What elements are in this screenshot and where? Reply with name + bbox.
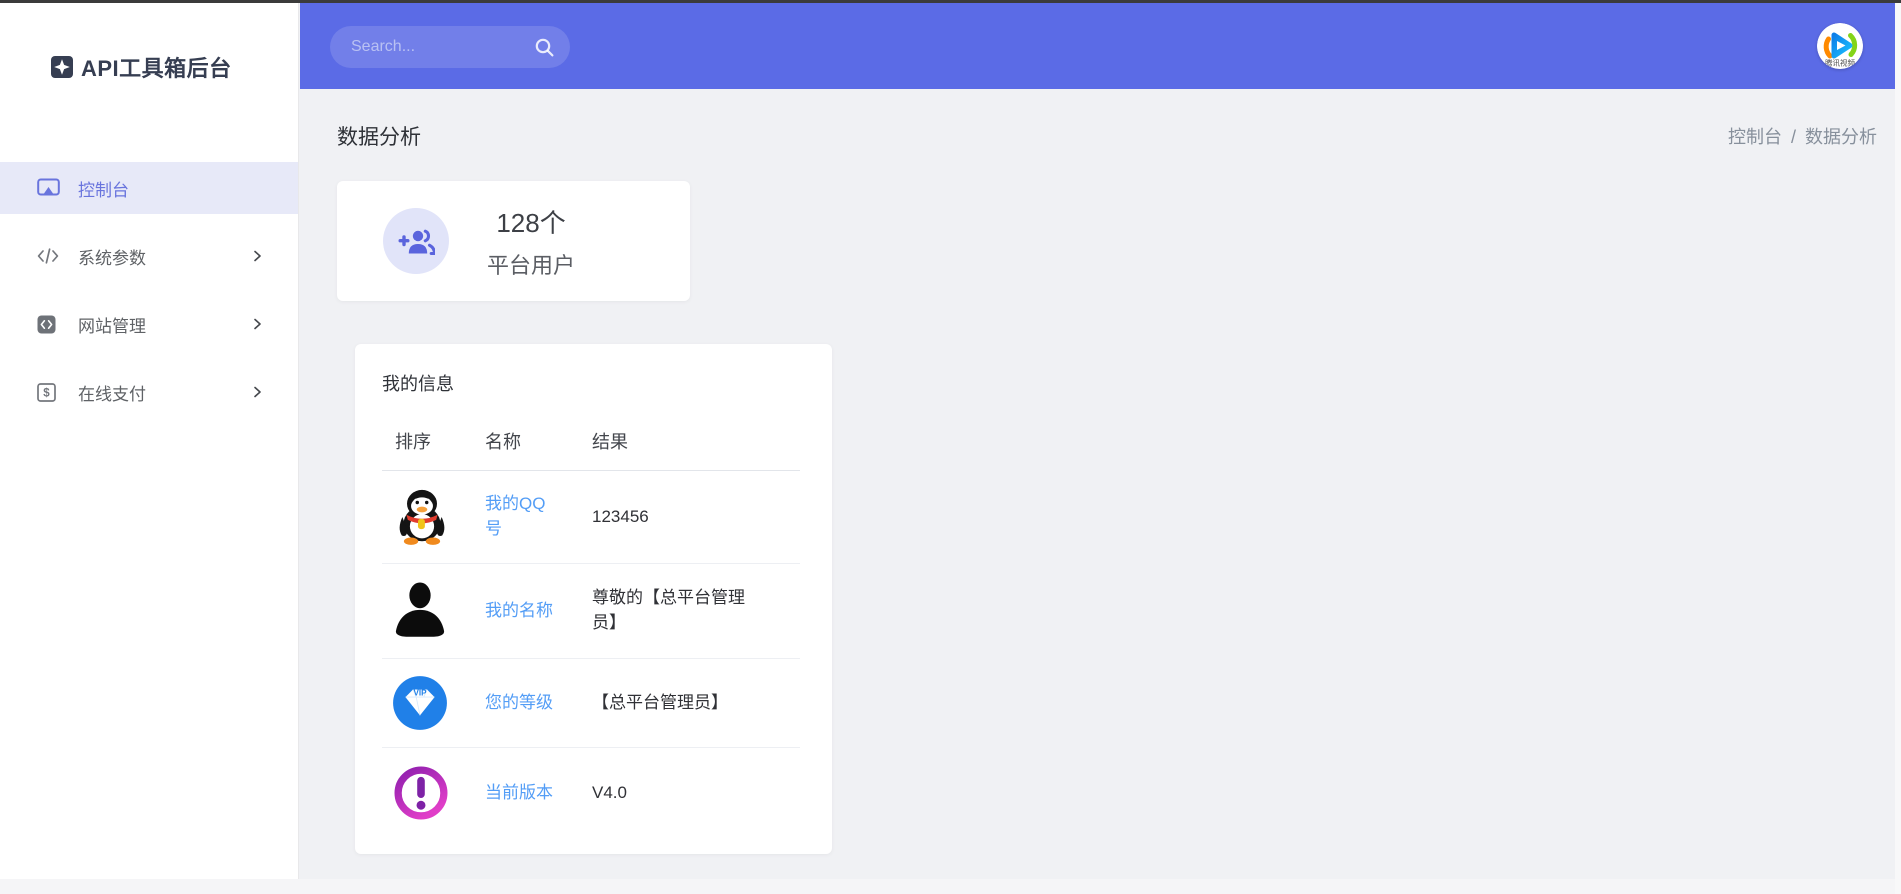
page-content: 数据分析 控制台 / 数据分析 128个 平台用户 我的信息 排序 名称 结果 … [300,89,1895,854]
info-value-my-name: 尊敬的【总平台管理员】 [592,563,800,659]
window-bottom-edge [0,879,1901,894]
app-logo-icon [51,56,73,78]
stat-texts: 128个 平台用户 [487,203,575,280]
stat-icon-circle [383,208,449,274]
sidebar-item-label: 系统参数 [78,248,146,268]
table-row-version: 当前版本 V4.0 [382,748,800,831]
stat-card-platform-users: 128个 平台用户 [337,181,690,301]
card-title: 我的信息 [382,374,454,394]
sidebar-item-console[interactable]: 控制台 [0,162,298,214]
code-icon [37,247,62,265]
avatar-caption: 腾讯视频 [1825,58,1855,68]
chevron-right-icon [250,385,264,399]
monitor-icon [37,178,62,198]
info-link-qq-number[interactable]: 我的QQ号 [485,492,557,541]
sidebar: API工具箱后台 控制台 系统参数 网站管理 $ 在线支付 [0,3,299,879]
page-title: 数据分析 [337,126,421,149]
tencent-video-logo-icon: 腾讯视频 [1817,23,1863,69]
app-logo: API工具箱后台 [50,51,232,83]
search-input[interactable] [330,37,534,57]
column-header-sort: 排序 [382,414,485,471]
info-link-current-version[interactable]: 当前版本 [485,781,553,806]
stat-label: 平台用户 [487,252,576,278]
column-header-result: 结果 [592,414,800,471]
info-value-qq-number: 123456 [592,470,800,564]
sidebar-item-label: 控制台 [78,180,129,200]
breadcrumb-item-current: 数据分析 [1805,127,1877,147]
page-header: 数据分析 控制台 / 数据分析 [337,121,1877,151]
sidebar-item-label: 在线支付 [78,384,146,404]
breadcrumb-item-console[interactable]: 控制台 [1728,127,1782,147]
version-alert-icon [392,764,485,822]
main-area: 腾讯视频 数据分析 控制台 / 数据分析 128个 [300,3,1895,879]
sidebar-item-label: 网站管理 [78,316,146,336]
app-title: API工具箱后台 [81,56,232,81]
column-header-name: 名称 [485,414,592,471]
group-add-icon [398,229,435,256]
chevron-right-icon [250,249,264,263]
table-header-row: 排序 名称 结果 [382,414,800,471]
info-value-current-version: V4.0 [592,782,627,802]
website-icon [37,315,62,334]
table-row-level: VIP 您的等级 【总平台管理员】 [382,658,800,748]
window-top-edge [0,0,1901,3]
breadcrumb-separator: / [1790,127,1796,147]
info-table: 排序 名称 结果 我的QQ号 123456 我的名称 尊敬的【总平台管理员】 V… [382,414,800,830]
sidebar-nav: 控制台 系统参数 网站管理 $ 在线支付 [0,162,298,434]
table-row-qq: 我的QQ号 123456 [382,470,800,564]
info-value-your-level: 【总平台管理员】 [592,658,800,748]
search-box[interactable] [330,26,570,68]
user-avatar[interactable]: 腾讯视频 [1817,23,1863,69]
person-silhouette-icon [392,580,485,642]
qq-penguin-icon [392,487,485,547]
payment-icon: $ [37,382,62,402]
svg-text:$: $ [43,387,50,399]
breadcrumb: 控制台 / 数据分析 [1728,123,1877,149]
chevron-right-icon [250,317,264,331]
stat-value: 128个 [496,207,566,238]
search-icon[interactable] [534,37,555,58]
my-info-card: 我的信息 排序 名称 结果 我的QQ号 123456 我的名称 尊敬的【总平台管… [355,344,832,854]
sidebar-item-system-params[interactable]: 系统参数 [0,230,298,282]
vip-badge-icon: VIP [392,675,485,731]
info-link-your-level[interactable]: 您的等级 [485,691,553,716]
sidebar-item-website-mgmt[interactable]: 网站管理 [0,298,298,350]
sidebar-item-online-payment[interactable]: $ 在线支付 [0,366,298,418]
topbar: 腾讯视频 [300,3,1895,89]
scrollbar-track[interactable] [1895,3,1901,894]
info-link-my-name[interactable]: 我的名称 [485,599,553,624]
svg-text:VIP: VIP [414,689,428,698]
table-row-name: 我的名称 尊敬的【总平台管理员】 [382,563,800,659]
